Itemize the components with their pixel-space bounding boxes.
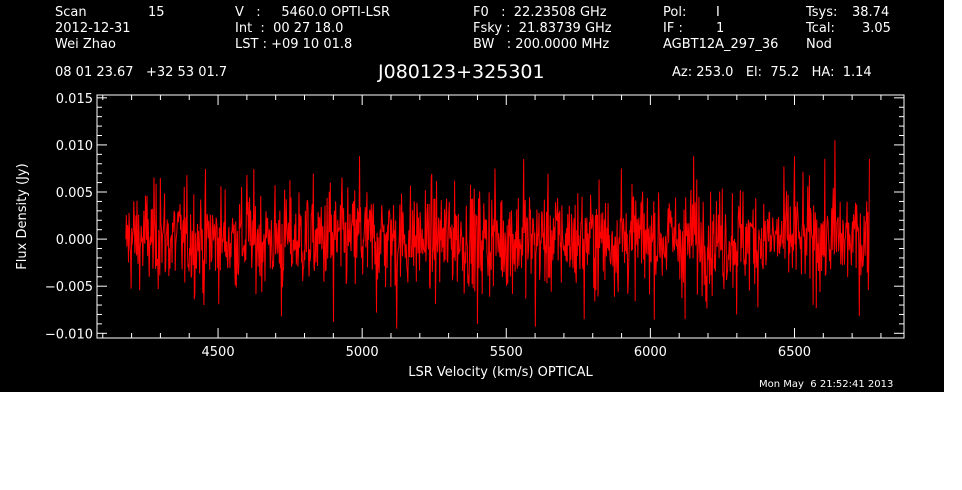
y-tick-label: 0.010 [56,139,93,154]
spectrum-line [125,140,870,329]
plot-canvas: Scan 15 2012-12-31 Wei Zhao V : 5460.0 O… [0,0,944,392]
y-tick-label: −0.005 [45,280,93,295]
y-tick-label: −0.010 [45,327,93,342]
y-tick-label: 0.015 [56,92,93,107]
y-axis-label: Flux Density (Jy) [15,163,30,269]
x-tick-label: 6500 [778,345,811,360]
x-axis-label: LSR Velocity (km/s) OPTICAL [408,365,593,380]
x-tick-label: 5000 [346,345,379,360]
x-tick-label: 5500 [490,345,523,360]
x-tick-label: 6000 [634,345,667,360]
x-tick-label: 4500 [202,345,235,360]
spectrum-plot: 4500 5000 5500 6000 6500 −0.010 −0.005 0.000 0.0… [15,92,905,380]
y-tick-label: 0.005 [56,186,93,201]
y-tick-label: 0.000 [56,233,93,248]
